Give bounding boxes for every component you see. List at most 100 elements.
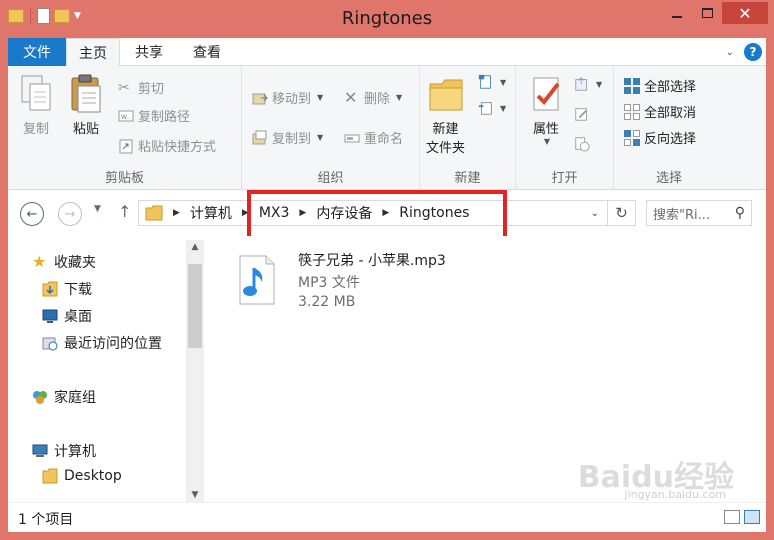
- music-file-icon: [239, 255, 275, 305]
- tab-home[interactable]: 主页: [66, 38, 120, 67]
- close-button[interactable]: ✕: [722, 2, 768, 24]
- easy-access-button[interactable]: ▼: [478, 100, 506, 116]
- search-input[interactable]: 搜索"Ri... ⚲: [646, 200, 752, 226]
- move-to-button[interactable]: 移动到 ▼: [252, 88, 323, 107]
- delete-dropdown-icon: ▼: [396, 93, 403, 102]
- group-new: 新建 文件夹 ▼ ▼ 新建: [420, 66, 516, 190]
- nav-item-downloads[interactable]: 下载: [42, 279, 92, 299]
- nav-item-label: 计算机: [54, 444, 96, 460]
- new-folder-label-line1: 新建: [432, 122, 459, 137]
- move-to-icon: [252, 93, 268, 104]
- copy-to-dropdown-icon: ▼: [317, 133, 324, 142]
- open-icon: [575, 77, 587, 91]
- nav-item-label: 桌面: [64, 309, 92, 325]
- tab-share[interactable]: 共享: [120, 38, 178, 66]
- watermark-url: jingyan.baidu.com: [624, 488, 726, 501]
- invert-selection-button[interactable]: 反向选择: [624, 128, 696, 147]
- move-to-label: 移动到: [272, 92, 312, 107]
- rename-button[interactable]: 重命名: [344, 128, 403, 147]
- invert-selection-label: 反向选择: [644, 132, 697, 147]
- minimize-icon: [672, 16, 682, 18]
- computer-icon: [32, 444, 48, 457]
- homegroup-icon: [33, 391, 47, 404]
- nav-item-desktop[interactable]: 桌面: [42, 306, 92, 326]
- paste-label: 粘贴: [72, 122, 99, 137]
- rename-icon: [344, 134, 360, 142]
- new-item-button[interactable]: ▼: [478, 74, 506, 90]
- ribbon-right-controls: ⌄ ?: [726, 43, 762, 61]
- minimize-button[interactable]: [662, 2, 692, 24]
- copy-to-button[interactable]: 复制到 ▼: [252, 128, 323, 147]
- nav-item-computer[interactable]: 计算机: [32, 441, 96, 461]
- nav-item-favorites[interactable]: ★ 收藏夹: [32, 252, 96, 272]
- select-all-icon: [624, 77, 640, 94]
- organize-group-label: 组织: [317, 171, 344, 186]
- nav-item-recent-places[interactable]: 最近访问的位置: [42, 333, 162, 353]
- breadcrumb-computer[interactable]: 计算机: [190, 203, 232, 223]
- downloads-folder-icon: [42, 281, 58, 297]
- tab-file[interactable]: 文件: [8, 38, 66, 66]
- new-folder-button[interactable]: 新建 文件夹: [426, 74, 465, 156]
- expand-ribbon-chevron-icon[interactable]: ⌄: [726, 47, 734, 58]
- select-all-button[interactable]: 全部选择: [624, 76, 696, 95]
- search-icon[interactable]: ⚲: [735, 205, 745, 221]
- select-none-label: 全部取消: [644, 106, 697, 121]
- copy-path-button[interactable]: W.. 复制路径: [118, 106, 190, 125]
- copy-label: 复制: [22, 122, 49, 137]
- file-item[interactable]: 筷子兄弟 - 小苹果.mp3 MP3 文件 3.22 MB: [232, 250, 492, 320]
- help-icon[interactable]: ?: [744, 43, 762, 61]
- paste-icon: [71, 74, 101, 113]
- history-button[interactable]: [574, 136, 590, 152]
- up-level-button[interactable]: ↑: [118, 202, 131, 221]
- file-type: MP3 文件: [298, 275, 360, 291]
- title-bar: ▼ Ringtones ✕: [0, 0, 774, 38]
- back-arrow-icon: ←: [26, 206, 38, 222]
- address-history-chevron-icon[interactable]: ⌄: [591, 208, 599, 219]
- cut-button[interactable]: ✂ 剪切: [118, 78, 165, 98]
- maximize-button[interactable]: [692, 2, 722, 24]
- annotation-highlight-box: [247, 190, 507, 240]
- large-icons-view-icon[interactable]: [744, 510, 760, 524]
- edit-button[interactable]: [574, 106, 590, 122]
- nav-item-label: Desktop: [64, 468, 122, 484]
- tab-view[interactable]: 查看: [178, 38, 236, 66]
- item-count: 1 个项目: [18, 512, 74, 528]
- recent-locations-chevron-icon[interactable]: ▼: [94, 204, 101, 214]
- scroll-down-icon[interactable]: ▼: [186, 490, 204, 500]
- properties-button[interactable]: 属性 ▼: [528, 74, 564, 146]
- view-switcher: [724, 510, 760, 524]
- scrollbar-thumb[interactable]: [188, 264, 202, 348]
- nav-scrollbar[interactable]: ▲ ▼: [186, 240, 204, 502]
- scroll-up-icon[interactable]: ▲: [186, 242, 204, 252]
- select-none-button[interactable]: 全部取消: [624, 102, 696, 121]
- paste-button[interactable]: 粘贴: [68, 74, 104, 137]
- nav-item-homegroup[interactable]: 家庭组: [32, 387, 96, 407]
- file-size: 3.22 MB: [298, 294, 356, 310]
- new-item-dropdown-icon: ▼: [500, 77, 507, 87]
- select-none-icon: [624, 103, 640, 120]
- breadcrumb-separator-icon[interactable]: ▶: [173, 208, 180, 218]
- file-name: 筷子兄弟 - 小苹果.mp3: [298, 253, 446, 269]
- forward-button[interactable]: →: [58, 202, 82, 226]
- star-icon: ★: [32, 252, 47, 271]
- nav-item-label: 下载: [64, 282, 92, 298]
- nav-item-label: 家庭组: [54, 390, 96, 406]
- open-button[interactable]: ▼: [574, 76, 602, 92]
- nav-item-desktop-folder[interactable]: Desktop: [42, 468, 122, 484]
- svg-text:W..: W..: [121, 114, 130, 121]
- delete-icon: ✕: [344, 87, 358, 107]
- paste-shortcut-button[interactable]: 粘贴快捷方式: [118, 136, 216, 155]
- select-all-label: 全部选择: [644, 80, 697, 95]
- history-icon: [575, 137, 590, 152]
- cut-label: 剪切: [138, 82, 165, 97]
- delete-button[interactable]: ✕ 删除 ▼: [344, 88, 402, 107]
- details-view-icon[interactable]: [724, 510, 740, 524]
- refresh-button[interactable]: ↻: [608, 200, 636, 226]
- new-item-icon: [478, 74, 491, 89]
- new-folder-label-line2: 文件夹: [426, 141, 466, 156]
- back-button[interactable]: ←: [20, 202, 44, 226]
- group-open: 属性 ▼ ▼ 打开: [516, 66, 614, 190]
- new-group-label: 新建: [454, 171, 481, 186]
- copy-button[interactable]: 复制: [18, 74, 54, 137]
- rename-label: 重命名: [364, 132, 404, 147]
